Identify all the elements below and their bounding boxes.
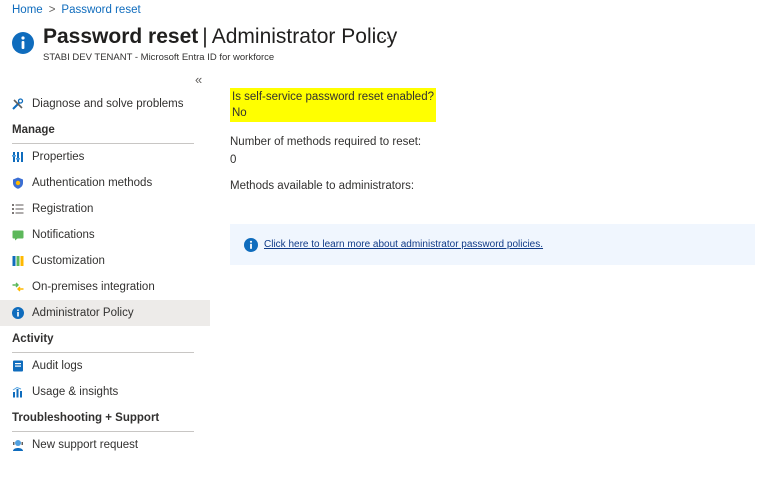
page-title-section: Administrator Policy xyxy=(211,25,398,48)
shield-icon xyxy=(12,177,24,189)
sidebar-item-authentication-methods[interactable]: Authentication methods xyxy=(0,170,210,196)
log-icon xyxy=(12,360,24,372)
learn-more-admin-policy-link[interactable]: Click here to learn more about administr… xyxy=(264,239,543,250)
sidebar-item-notifications[interactable]: Notifications xyxy=(0,222,210,248)
sidebar-item-label: New support request xyxy=(32,439,139,451)
info-icon xyxy=(244,237,258,252)
page-title: Password reset | Administrator Policy xyxy=(43,25,397,49)
support-icon xyxy=(12,439,24,451)
sidebar-item-diagnose[interactable]: Diagnose and solve problems xyxy=(0,91,210,117)
info-banner: Click here to learn more about administr… xyxy=(230,224,755,265)
sidebar-item-label: Authentication methods xyxy=(32,177,153,189)
more-options-button[interactable]: ··· xyxy=(380,29,397,45)
breadcrumb-home-link[interactable]: Home xyxy=(12,4,43,16)
breadcrumb-password-reset-link[interactable]: Password reset xyxy=(61,4,140,16)
section-header-troubleshooting-support: Troubleshooting + Support xyxy=(12,412,160,424)
section-header-activity: Activity xyxy=(12,333,54,345)
list-icon xyxy=(12,203,24,215)
breadcrumb: Home > Password reset xyxy=(12,4,141,16)
sidebar-item-label: Notifications xyxy=(32,229,95,241)
page-title-separator: | xyxy=(202,25,208,48)
sidebar-item-registration[interactable]: Registration xyxy=(0,196,210,222)
section-header-manage: Manage xyxy=(12,124,55,136)
methods-required-label: Number of methods required to reset: xyxy=(230,136,422,148)
sidebar-item-label: Customization xyxy=(32,255,105,267)
sidebar: Diagnose and solve problems Manage Prope… xyxy=(0,91,210,458)
sidebar-item-label: Properties xyxy=(32,151,85,163)
sspr-enabled-label: Is self-service password reset enabled? xyxy=(232,91,434,103)
properties-icon xyxy=(12,151,24,163)
sidebar-item-usage-insights[interactable]: Usage & insights xyxy=(0,379,210,405)
message-icon xyxy=(12,229,24,241)
sidebar-item-customization[interactable]: Customization xyxy=(0,248,210,274)
sidebar-item-label: Registration xyxy=(32,203,94,215)
sidebar-item-new-support-request[interactable]: New support request xyxy=(0,432,210,458)
page-title-main: Password reset xyxy=(43,25,199,48)
methods-required-value: 0 xyxy=(230,154,237,166)
breadcrumb-separator: > xyxy=(48,4,56,16)
info-icon xyxy=(12,32,34,54)
palette-icon xyxy=(12,255,24,267)
sidebar-item-on-premises-integration[interactable]: On-premises integration xyxy=(0,274,210,300)
sspr-enabled-field: Is self-service password reset enabled? … xyxy=(230,88,436,122)
sspr-enabled-value: No xyxy=(232,107,247,119)
sidebar-item-audit-logs[interactable]: Audit logs xyxy=(0,353,210,379)
sidebar-item-label: Diagnose and solve problems xyxy=(32,98,184,110)
sync-icon xyxy=(12,281,24,293)
collapse-sidebar-button[interactable]: « xyxy=(195,72,202,87)
sidebar-item-properties[interactable]: Properties xyxy=(0,144,210,170)
sidebar-item-label: Usage & insights xyxy=(32,386,119,398)
wrench-icon xyxy=(12,98,24,110)
chart-icon xyxy=(12,386,24,398)
main-content: Is self-service password reset enabled? … xyxy=(230,88,436,194)
page-subtitle: STABI DEV TENANT - Microsoft Entra ID fo… xyxy=(43,52,275,63)
sidebar-item-label: Audit logs xyxy=(32,360,83,372)
sidebar-item-label: On-premises integration xyxy=(32,281,155,293)
methods-available-label: Methods available to administrators: xyxy=(230,180,415,192)
info-icon xyxy=(12,307,24,319)
sidebar-item-administrator-policy[interactable]: Administrator Policy xyxy=(0,300,210,326)
sidebar-item-label: Administrator Policy xyxy=(32,307,134,319)
